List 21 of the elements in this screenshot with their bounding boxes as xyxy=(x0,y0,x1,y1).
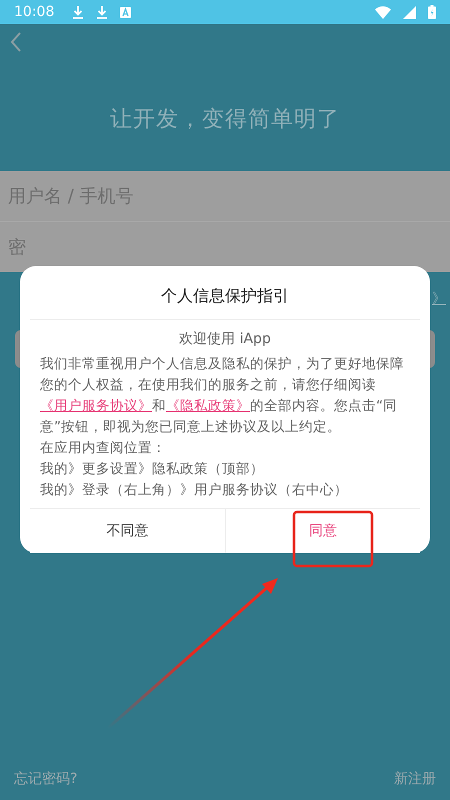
privacy-paragraph: 我们非常重视用户个人信息及隐私的保护，为了更好地保障您的个人权益，在使用我们的服务之前，请您仔细阅读 《用户服务协议》和《隐私政策》的全部内容。您点击“同意”按钮，即视为您已同意上述协议及以上约定。 xyxy=(40,355,405,437)
wifi-icon xyxy=(375,6,391,18)
download-icon xyxy=(96,5,108,19)
download-icon xyxy=(72,5,84,19)
battery-icon xyxy=(428,5,436,19)
policy-link[interactable]: 《隐私政策》 xyxy=(166,398,250,414)
policy-link[interactable]: 《用户服务协议》 xyxy=(40,398,152,414)
slogan: 让开发，变得简单明了 xyxy=(109,106,341,134)
back-icon[interactable] xyxy=(10,32,22,52)
signal-icon xyxy=(403,6,416,18)
location-text: 我的》登录（右上角）》用户服务协议（右中心） xyxy=(40,481,349,500)
agree-button[interactable]: 同意 xyxy=(224,509,420,553)
agreement-link[interactable]: 》 xyxy=(432,290,446,308)
location-text: 我的》更多设置》隐私政策（顶部） xyxy=(40,460,265,479)
dialog-title: 个人信息保护指引 xyxy=(30,266,420,320)
clock-time: 10:08 xyxy=(14,4,54,20)
forgot-password-link[interactable]: 忘记密码? xyxy=(14,770,78,788)
app-notification-icon xyxy=(120,6,132,18)
location-text: 在应用内查阅位置： xyxy=(40,439,167,458)
register-link[interactable]: 新注册 xyxy=(394,770,436,788)
welcome-text: 欢迎使用 iApp xyxy=(178,330,272,348)
